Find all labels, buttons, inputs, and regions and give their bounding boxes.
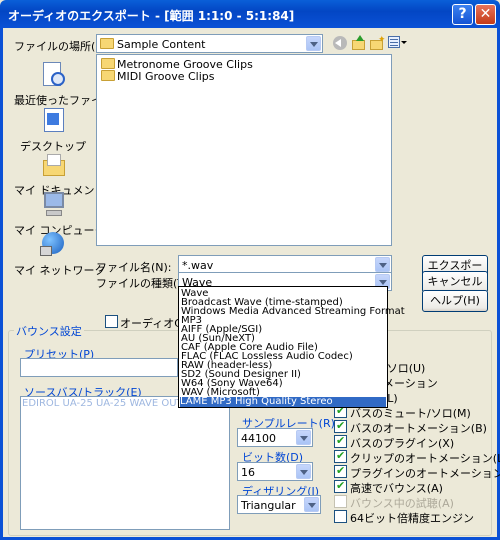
window-title: オーディオのエクスポート - [範囲 1:1:0 - 5:1:84] — [8, 9, 295, 23]
option-checkbox[interactable] — [334, 449, 347, 463]
help-question-icon[interactable]: ? — [452, 4, 473, 25]
option-label: 64ビット倍精度エンジン — [350, 512, 474, 525]
folder-icon — [101, 70, 115, 81]
filename-value: *.wav — [182, 259, 214, 272]
dither-value: Triangular — [241, 499, 296, 512]
folder-icon — [101, 58, 115, 69]
help-button[interactable]: ヘルプ(H) — [422, 290, 488, 312]
my-documents-icon — [37, 150, 69, 180]
bounce-settings-title: バウンス設定 — [14, 323, 84, 339]
place-desktop[interactable]: デスクトップ — [14, 106, 92, 154]
folder-icon — [100, 38, 114, 49]
option-label: バスのプラグイン(X) — [350, 437, 455, 450]
close-icon[interactable]: ✕ — [475, 4, 496, 25]
new-folder-icon[interactable]: ✦ — [369, 35, 386, 51]
title-bar[interactable]: オーディオのエクスポート - [範囲 1:1:0 - 5:1:84] ? ✕ — [0, 0, 500, 28]
view-menu-icon[interactable] — [388, 36, 407, 50]
option-label: クリップのオートメーション(L) — [350, 452, 500, 465]
option-label: バスのオートメーション(B) — [350, 422, 487, 435]
preset-select[interactable] — [20, 358, 178, 377]
option-checkbox[interactable] — [334, 479, 347, 493]
filename-label: ファイル名(N): — [96, 261, 172, 274]
dither-select[interactable]: Triangular — [237, 495, 321, 514]
option-label: 高速でバウンス(A) — [350, 482, 443, 495]
places-bar: 最近使ったファイル デスクトップ マイ ドキュメント マイ コンピュータ マイ … — [14, 54, 113, 286]
source-list[interactable]: EDIROL UA-25 UA-25 WAVE OUT L — [20, 396, 230, 530]
place-label: マイ ネットワーク — [14, 264, 106, 277]
bitdepth-select[interactable]: 16 — [237, 462, 313, 481]
list-item[interactable]: MIDI Groove Clips — [101, 70, 215, 83]
samplerate-value: 44100 — [241, 432, 276, 445]
option-checkbox[interactable] — [334, 495, 347, 508]
dropdown-option-selected[interactable]: LAME MP3 High Quality Stereo — [180, 397, 386, 407]
dropdown-option[interactable]: Windows Media Advanced Streaming Format — [181, 307, 405, 317]
audiocd-checkbox[interactable] — [105, 315, 118, 328]
file-list[interactable]: Metronome Groove Clips MIDI Groove Clips — [96, 54, 392, 246]
option-label: プラグインのオートメーション(O) — [350, 467, 500, 480]
chevron-down-icon[interactable] — [304, 497, 319, 512]
lookin-label: ファイルの場所(I): — [14, 40, 107, 53]
chevron-down-icon[interactable] — [306, 36, 321, 51]
lookin-value: Sample Content — [117, 38, 206, 51]
filetype-dropdown-list[interactable]: Wave Broadcast Wave (time-stamped) Windo… — [178, 286, 405, 408]
chevron-down-icon[interactable] — [296, 464, 311, 479]
up-folder-icon[interactable] — [351, 35, 367, 51]
desktop-icon — [37, 106, 69, 136]
my-network-icon — [37, 230, 69, 260]
option-checkbox[interactable] — [334, 434, 347, 448]
samplerate-select[interactable]: 44100 — [237, 428, 313, 447]
chevron-down-icon[interactable] — [375, 257, 390, 272]
option-label: バウンス中の試聴(A) — [350, 497, 454, 510]
recent-documents-icon — [37, 60, 69, 90]
place-my-network[interactable]: マイ ネットワーク — [14, 230, 106, 278]
my-computer-icon — [37, 190, 69, 220]
chevron-down-icon[interactable] — [296, 430, 311, 445]
option-checkbox[interactable] — [334, 419, 347, 433]
option-checkbox[interactable] — [334, 510, 347, 523]
place-recent[interactable]: 最近使ったファイル — [14, 60, 113, 108]
bitdepth-value: 16 — [241, 466, 255, 479]
file-name: MIDI Groove Clips — [117, 70, 215, 83]
option-checkbox[interactable] — [334, 464, 347, 478]
lookin-select[interactable]: Sample Content — [96, 34, 323, 53]
back-icon[interactable] — [333, 36, 347, 50]
